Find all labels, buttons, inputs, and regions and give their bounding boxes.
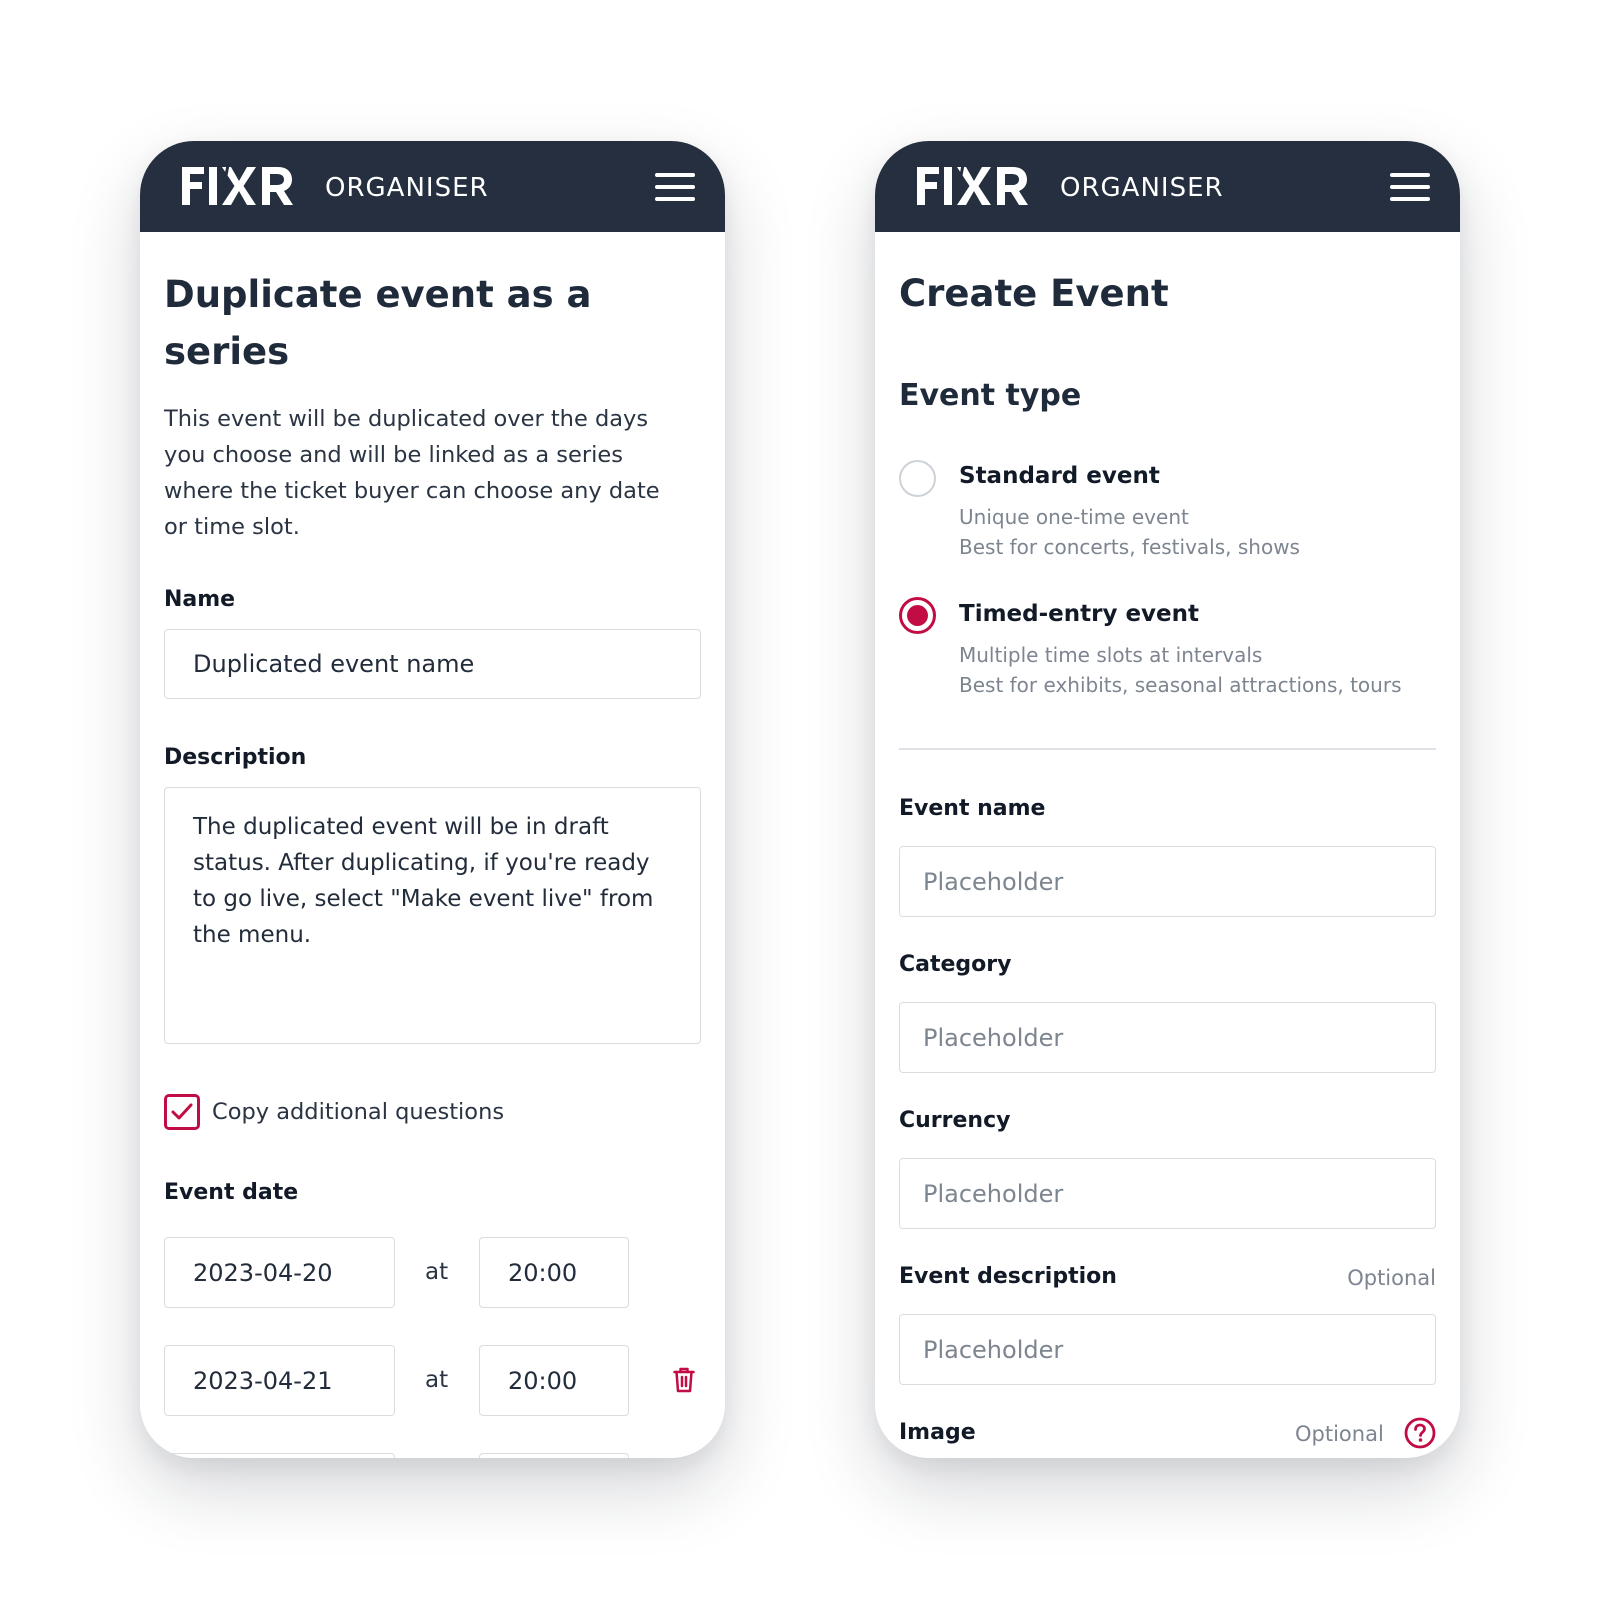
- event-date-label: Event date: [164, 1180, 299, 1205]
- at-label: at: [425, 1367, 449, 1393]
- timed-entry-event-description: Multiple time slots at intervals Best fo…: [959, 643, 1402, 697]
- app-header: ORGANISER: [875, 141, 1460, 232]
- event-type-heading: Event type: [899, 378, 1082, 413]
- trash-icon[interactable]: [673, 1367, 695, 1393]
- at-label: at: [425, 1259, 449, 1285]
- event-description-input[interactable]: Placeholder: [899, 1314, 1436, 1385]
- section-divider: [899, 748, 1436, 750]
- hamburger-menu-icon[interactable]: [1390, 167, 1432, 207]
- time-input[interactable]: [479, 1453, 629, 1458]
- checkmark-icon: [171, 1103, 193, 1120]
- intro-text: This event will be duplicated over the d…: [164, 406, 660, 540]
- optional-tag: Optional: [1295, 1422, 1384, 1446]
- fixr-logo: [182, 167, 293, 205]
- fixr-logo: [917, 167, 1028, 205]
- app-header: ORGANISER: [140, 141, 725, 232]
- time-input[interactable]: 20:00: [479, 1237, 629, 1308]
- organiser-label: ORGANISER: [325, 173, 489, 203]
- event-description-label: Event description: [899, 1264, 1117, 1289]
- copy-questions-checkbox[interactable]: [164, 1094, 200, 1130]
- date-input[interactable]: 2023-04-20: [164, 1237, 395, 1308]
- timed-entry-event-radio[interactable]: [899, 597, 936, 634]
- image-label: Image: [899, 1420, 976, 1445]
- organiser-label: ORGANISER: [1060, 173, 1224, 203]
- optional-tag: Optional: [1347, 1266, 1436, 1290]
- standard-event-title[interactable]: Standard event: [959, 461, 1160, 491]
- description-textarea[interactable]: The duplicated event will be in draft st…: [164, 787, 701, 1044]
- name-input[interactable]: Duplicated event name: [164, 629, 701, 699]
- event-name-label: Event name: [899, 796, 1046, 821]
- currency-label: Currency: [899, 1108, 1011, 1133]
- hamburger-menu-icon[interactable]: [655, 167, 697, 207]
- page-title: Duplicate event as a series: [164, 273, 592, 373]
- event-name-input[interactable]: Placeholder: [899, 846, 1436, 917]
- date-input[interactable]: 2023-04-21: [164, 1345, 395, 1416]
- category-label: Category: [899, 952, 1012, 977]
- timed-entry-event-title[interactable]: Timed-entry event: [959, 599, 1199, 629]
- duplicate-series-screen: ORGANISER Duplicate event as a series Th…: [140, 141, 725, 1458]
- create-event-screen: ORGANISER Create Event Event type Standa…: [875, 141, 1460, 1458]
- time-input[interactable]: 20:00: [479, 1345, 629, 1416]
- radio-selected-dot: [907, 605, 928, 626]
- description-label: Description: [164, 745, 307, 770]
- help-circle-icon[interactable]: [1404, 1417, 1436, 1449]
- category-select[interactable]: Placeholder: [899, 1002, 1436, 1073]
- date-input[interactable]: [164, 1453, 395, 1458]
- standard-event-description: Unique one-time event Best for concerts,…: [959, 505, 1300, 559]
- name-input-value: Duplicated event name: [193, 650, 475, 678]
- copy-questions-label[interactable]: Copy additional questions: [212, 1094, 504, 1130]
- currency-select[interactable]: Placeholder: [899, 1158, 1436, 1229]
- name-label: Name: [164, 587, 236, 612]
- standard-event-radio[interactable]: [899, 460, 936, 497]
- page-title: Create Event: [899, 272, 1169, 315]
